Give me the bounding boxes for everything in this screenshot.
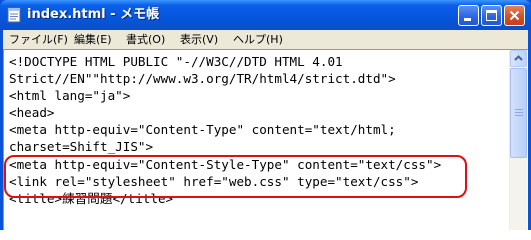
maximize-button[interactable] [481, 5, 502, 26]
minimize-button[interactable] [458, 5, 479, 26]
menu-bar: ファイル(F) 編集(E) 書式(O) 表示(V) ヘルプ(H) [3, 30, 528, 49]
notepad-window: index.html - メモ帳 ファイル(F) 編集(E) 書式(O) 表示(… [0, 0, 531, 230]
close-icon [509, 10, 520, 21]
menu-edit[interactable]: 編集(E) [74, 30, 112, 49]
minimize-icon [464, 18, 471, 21]
grip-line [515, 115, 523, 116]
grip-line [515, 109, 523, 110]
code-line: <head> [9, 105, 55, 120]
code-line: <!DOCTYPE HTML PUBLIC "-//W3C//DTD HTML … [9, 54, 343, 69]
code-line: Strict//EN""http://www.w3.org/TR/html4/s… [9, 71, 396, 86]
menu-format[interactable]: 書式(O) [126, 30, 165, 49]
vertical-scrollbar[interactable] [509, 50, 527, 230]
title-bar[interactable]: index.html - メモ帳 [0, 0, 531, 30]
menu-help[interactable]: ヘルプ(H) [233, 30, 283, 49]
window-title: index.html - メモ帳 [27, 7, 160, 22]
code-line: <meta http-equiv="Content-Style-Type" co… [9, 157, 442, 172]
menu-file[interactable]: ファイル(F) [9, 30, 68, 49]
grip-line [515, 112, 523, 113]
text-editor[interactable]: <!DOCTYPE HTML PUBLIC "-//W3C//DTD HTML … [3, 49, 528, 230]
code-line: <meta http-equiv="Content-Type" content=… [9, 122, 396, 137]
close-button[interactable] [504, 5, 525, 26]
code-line: <link rel="stylesheet" href="web.css" ty… [9, 174, 419, 189]
maximize-icon [486, 10, 497, 21]
chevron-up-icon [514, 55, 523, 61]
menu-view[interactable]: 表示(V) [180, 30, 218, 49]
notepad-app-icon[interactable] [6, 7, 22, 23]
code-line: charset=Shift_JIS"> [9, 139, 154, 154]
code-line: <title>練習問題</title> [9, 191, 174, 206]
code-line: <html lang="ja"> [9, 88, 131, 103]
scroll-thumb[interactable] [510, 68, 527, 158]
scroll-up-button[interactable] [510, 50, 527, 67]
